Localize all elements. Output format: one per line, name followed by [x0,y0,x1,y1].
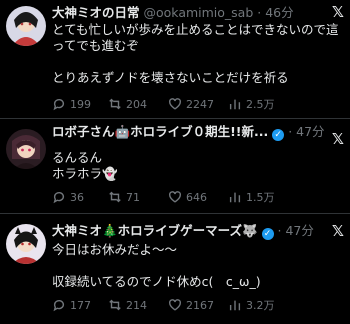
like-button[interactable]: 2247 [168,97,228,111]
views-icon [229,99,241,110]
avatar[interactable] [6,6,46,46]
like-button[interactable]: 2167 [168,298,228,312]
retweet-button[interactable]: 71 [108,190,168,204]
separator-dot: · [288,124,293,139]
tweet-header: 大神ミオの日常 @ookamimio_sab · 46分 [52,4,342,22]
views-button[interactable]: 1.5万 [228,189,288,205]
heart-icon [169,98,181,110]
retweet-button[interactable]: 204 [108,97,168,111]
user-handle[interactable]: @ookamimio_sab [144,5,254,20]
x-logo-icon: 𝕏 [331,3,344,21]
retweet-icon [109,98,121,110]
verified-badge-icon: ✓ [261,228,274,240]
display-name[interactable]: 大神ミオの日常 [52,5,140,20]
view-count: 3.2万 [246,299,275,312]
reply-icon [53,300,65,312]
views-button[interactable]: 2.5万 [228,96,288,112]
retweet-count: 214 [126,298,147,312]
retweet-count: 71 [126,190,140,204]
reply-button[interactable]: 36 [52,190,108,204]
display-name[interactable]: 大神ミオ🎄ホロライブゲーマーズ🐺 [52,223,258,238]
retweet-count: 204 [126,97,147,111]
reply-button[interactable]: 177 [52,298,108,312]
reply-count: 36 [70,190,84,204]
verified-badge-icon: ✓ [272,129,285,141]
retweet-button[interactable]: 214 [108,298,168,312]
tweet-actions: 36 71 646 1.5万 [52,189,344,205]
heart-icon [169,299,181,311]
timestamp[interactable]: 47分 [296,124,324,139]
like-count: 2247 [186,97,214,111]
tweet-actions: 177 214 2167 3.2万 [52,297,344,313]
reply-button[interactable]: 199 [52,97,108,111]
x-logo-icon: 𝕏 [331,130,344,148]
tweet-3[interactable]: 大神ミオ🎄ホロライブゲーマーズ🐺 ✓ · 47分 𝕏 今日はお休みだよ～～ 収録… [0,214,350,324]
separator-dot: · [277,223,282,238]
view-count: 2.5万 [246,98,275,111]
reply-icon [53,192,65,204]
retweet-icon [109,299,121,311]
reply-count: 199 [70,97,91,111]
like-count: 2167 [186,298,214,312]
timestamp[interactable]: 47分 [285,223,313,238]
x-logo-icon: 𝕏 [331,222,344,240]
display-name[interactable]: ロボ子さん🤖ホロライブ０期生!!新... [52,124,268,139]
reply-count: 177 [70,298,91,312]
tweet-header: ロボ子さん🤖ホロライブ０期生!!新... ✓ · 47分 [52,123,324,141]
views-icon [229,192,241,203]
tweet-actions: 199 204 2247 2.5万 [52,96,344,112]
views-icon [229,300,241,311]
view-count: 1.5万 [246,191,275,204]
like-count: 646 [186,190,207,204]
avatar[interactable] [6,129,46,169]
tweet-text: 今日はお休みだよ～～ 収録続いてるのでノド休めc( c_ω_) [52,242,261,289]
tweet-text: るんるん ホラホラ👻 [52,150,118,181]
like-button[interactable]: 646 [168,190,228,204]
views-button[interactable]: 3.2万 [228,297,288,313]
retweet-icon [109,191,121,203]
separator-dot: · [257,5,262,20]
tweet-text: とても忙しいが歩みを止めることはできないので這ってでも進むぞ とりあえずノドを壊… [52,22,339,85]
tweet-2[interactable]: ロボ子さん🤖ホロライブ０期生!!新... ✓ · 47分 𝕏 るんるん ホラホラ… [0,119,350,214]
tweet-1[interactable]: 大神ミオの日常 @ookamimio_sab · 46分 𝕏 とても忙しいが歩み… [0,0,350,119]
tweet-header: 大神ミオ🎄ホロライブゲーマーズ🐺 ✓ · 47分 [52,222,324,240]
timestamp[interactable]: 46分 [265,5,293,20]
avatar[interactable] [6,224,46,264]
heart-icon [169,191,181,203]
reply-icon [53,99,65,111]
